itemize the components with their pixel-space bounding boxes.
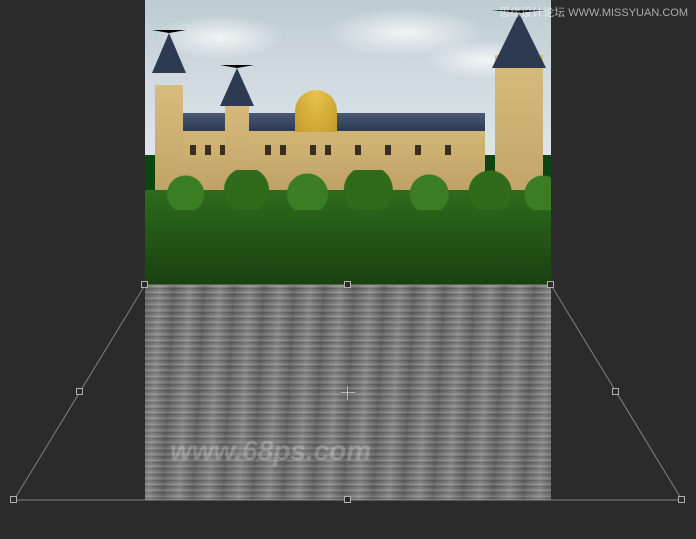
window [445,145,451,155]
transform-handle-mid-right[interactable] [612,388,619,395]
transform-handle-bot-right[interactable] [678,496,685,503]
window [280,145,286,155]
castle-spire [220,65,254,106]
window [205,145,211,155]
window [310,145,316,155]
window [355,145,361,155]
castle-spire [152,30,186,73]
transform-handle-top-left[interactable] [141,281,148,288]
window [385,145,391,155]
transform-handle-top-right[interactable] [547,281,554,288]
tree-canopy [145,170,551,210]
castle-dome [295,90,337,132]
castle-image-layer [145,0,551,285]
transform-handle-bot-mid[interactable] [344,496,351,503]
water-texture-layer[interactable] [145,285,551,500]
transform-handle-mid-left[interactable] [76,388,83,395]
trees-region [145,190,551,285]
window [265,145,271,155]
castle-spire [492,10,546,68]
window [190,145,196,155]
transform-center-reference [341,386,355,400]
window [325,145,331,155]
transform-handle-bot-left[interactable] [10,496,17,503]
window [415,145,421,155]
transform-handle-top-mid[interactable] [344,281,351,288]
